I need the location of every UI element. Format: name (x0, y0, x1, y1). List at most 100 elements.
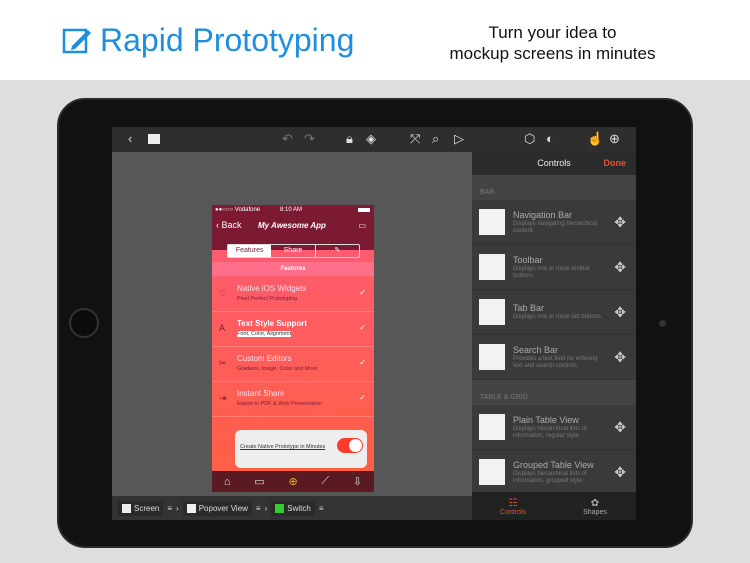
grouped-table-thumbnail (479, 459, 505, 485)
phone-toolbar: ⌂ ▭ ⊕ ⟋ ⇩ (212, 471, 374, 492)
menu-icon[interactable]: ≡ (319, 504, 324, 513)
crumb-popover[interactable]: Popover View (182, 500, 252, 516)
move-icon[interactable]: ✥ (614, 304, 626, 321)
shapes-icon: ✿ (590, 498, 600, 509)
item-desc: Displays one or more toolbar buttons. (513, 265, 590, 279)
search-bar-thumbnail (479, 344, 505, 370)
row-title: Custom Editors (237, 354, 292, 363)
app-screen: ‹ ↶ ↷ 🔒︎ ◈ ⤧ ⌕ ▷ ⬡ ◐ ☝ ⊕ ●●○○○ Vodafone … (112, 127, 636, 520)
hand-icon[interactable]: ☝ (587, 131, 603, 147)
list-item[interactable]: ✂ Custom Editors Gradient, Image, Color an… (212, 347, 374, 382)
search-icon[interactable]: ⌕ (432, 131, 439, 147)
sliders-icon: ☷ (508, 498, 518, 509)
page-icon[interactable] (148, 134, 160, 144)
crumb-switch[interactable]: Switch (271, 500, 315, 516)
present-icon[interactable]: ⌂ (224, 476, 231, 488)
panel-tabs: ☷ Controls ✿ Shapes (472, 492, 636, 520)
done-button[interactable]: Done (604, 152, 627, 175)
tagline-line: mockup screens in minutes (449, 44, 656, 63)
share-icon: ⇥ (219, 393, 227, 403)
check-icon: ✓ (359, 323, 366, 332)
layers-icon[interactable]: ◈ (366, 131, 376, 147)
item-title: Toolbar (513, 254, 543, 265)
download-icon[interactable]: ⇩ (353, 475, 362, 488)
section-header: Features (212, 262, 374, 276)
time: 8:10 AM (280, 207, 303, 213)
row-subtitle: Gradient, Image, Color and More (237, 366, 318, 372)
item-title: Search Bar (513, 344, 559, 355)
canvas[interactable]: ●●○○○ Vodafone 8:10 AM ‹ Back My Awesome… (112, 152, 472, 496)
control-item[interactable]: Plain Table View Displays hierarchical li… (472, 405, 636, 450)
screens-icon[interactable]: ▭ (254, 475, 264, 488)
toolbar-thumbnail (479, 254, 505, 280)
item-title: Navigation Bar (513, 209, 573, 220)
home-button[interactable] (69, 308, 99, 338)
tab-bar-thumbnail (479, 299, 505, 325)
control-item[interactable]: Tab Bar Displays one or more tab buttons.… (472, 290, 636, 335)
row-title: Text Style Support (237, 319, 308, 328)
section-label: TABLE & GRID (472, 380, 636, 405)
tray-icon[interactable]: ▭ (358, 221, 366, 230)
menu-icon[interactable]: ≡ (167, 504, 172, 513)
edit-icon (62, 28, 91, 53)
control-item[interactable]: Toolbar Displays one or more toolbar butt… (472, 245, 636, 290)
check-icon: ✓ (359, 358, 366, 367)
segment-share[interactable]: Share (271, 245, 314, 257)
control-item[interactable]: Search Bar Provides a text field for ente… (472, 335, 636, 380)
switch-toggle[interactable] (337, 438, 363, 453)
play-icon[interactable]: ▷ (454, 131, 464, 147)
phone-mockup[interactable]: ●●○○○ Vodafone 8:10 AM ‹ Back My Awesome… (212, 205, 374, 492)
breadcrumb: Screen ≡ › Popover View ≡ › Switch ≡ (112, 496, 472, 520)
list-item[interactable]: ♡ Native iOS Widgets Pixel Perfect Prototy… (212, 277, 374, 312)
row-subtitle: Font, Color, Alignment (237, 331, 292, 337)
toggle-icon[interactable]: ◐ (546, 131, 554, 146)
move-icon[interactable]: ✥ (614, 464, 626, 481)
move-icon[interactable]: ✥ (614, 419, 626, 436)
tab-shapes[interactable]: ✿ Shapes (554, 492, 636, 520)
row-title: Instant Share (237, 389, 285, 398)
item-title: Tab Bar (513, 303, 545, 313)
tagline-line: Turn your idea to (488, 23, 617, 42)
panel-title: Controls (537, 158, 571, 168)
menu-icon[interactable]: ≡ (256, 504, 261, 513)
chevron-right-icon: › (264, 503, 268, 513)
item-desc: Displays hierarchical lists of informati… (513, 470, 587, 484)
control-item[interactable]: Navigation Bar Displays navigating hierar… (472, 200, 636, 245)
segmented-control: Features Share ✎ (227, 244, 360, 258)
fullscreen-icon[interactable]: ⤧ (410, 131, 420, 147)
panel-header: Controls Done (472, 152, 636, 175)
move-icon[interactable]: ✥ (614, 214, 626, 231)
back-label: Back (221, 220, 242, 230)
undo-icon[interactable]: ↶ (282, 131, 293, 147)
item-title: Plain Table View (513, 414, 579, 425)
carrier: ●●○○○ Vodafone (215, 207, 261, 213)
move-icon[interactable]: ✥ (614, 259, 626, 276)
back-button[interactable]: ‹ Back (216, 220, 242, 230)
list-item[interactable]: ⇥ Instant Share Export to PDF & Web Presen… (212, 382, 374, 417)
move-icon[interactable]: ✥ (614, 349, 626, 366)
lock-icon[interactable]: 🔒︎ (346, 131, 353, 147)
crumb-label: Switch (287, 503, 311, 513)
chevron-right-icon: › (176, 503, 179, 513)
box-icon[interactable]: ⬡ (524, 131, 535, 147)
row-subtitle: Export to PDF & Web Presentation (237, 401, 322, 407)
item-desc: Displays hierarchical lists of informati… (513, 425, 587, 439)
crumb-screen[interactable]: Screen (118, 500, 164, 516)
segment-features[interactable]: Features (228, 245, 272, 257)
segment-edit-icon[interactable]: ✎ (314, 245, 359, 257)
add-icon[interactable]: ⊕ (609, 131, 620, 147)
row-title: Native iOS Widgets (237, 284, 307, 293)
promo-header: Rapid Prototyping Turn your idea to mocku… (0, 0, 750, 80)
logo: Rapid Prototyping (62, 22, 354, 59)
tab-controls[interactable]: ☷ Controls (472, 492, 554, 520)
chart-icon[interactable]: ⟋ (321, 475, 329, 488)
item-title: Grouped Table View (513, 459, 594, 470)
control-item[interactable]: Grouped Table View Displays hierarchical … (472, 450, 636, 495)
item-desc: Provides a text field for entering text … (513, 355, 598, 369)
popover: Create Native Prototype in Minutes (235, 430, 367, 468)
controls-panel: Controls Done BAR Navigation Bar Displays … (472, 152, 636, 520)
redo-icon[interactable]: ↷ (304, 131, 315, 147)
add-icon[interactable]: ⊕ (288, 475, 297, 488)
list-item[interactable]: A Text Style Support Font, Color, Alignmen… (212, 312, 374, 347)
back-icon[interactable]: ‹ (128, 131, 132, 146)
